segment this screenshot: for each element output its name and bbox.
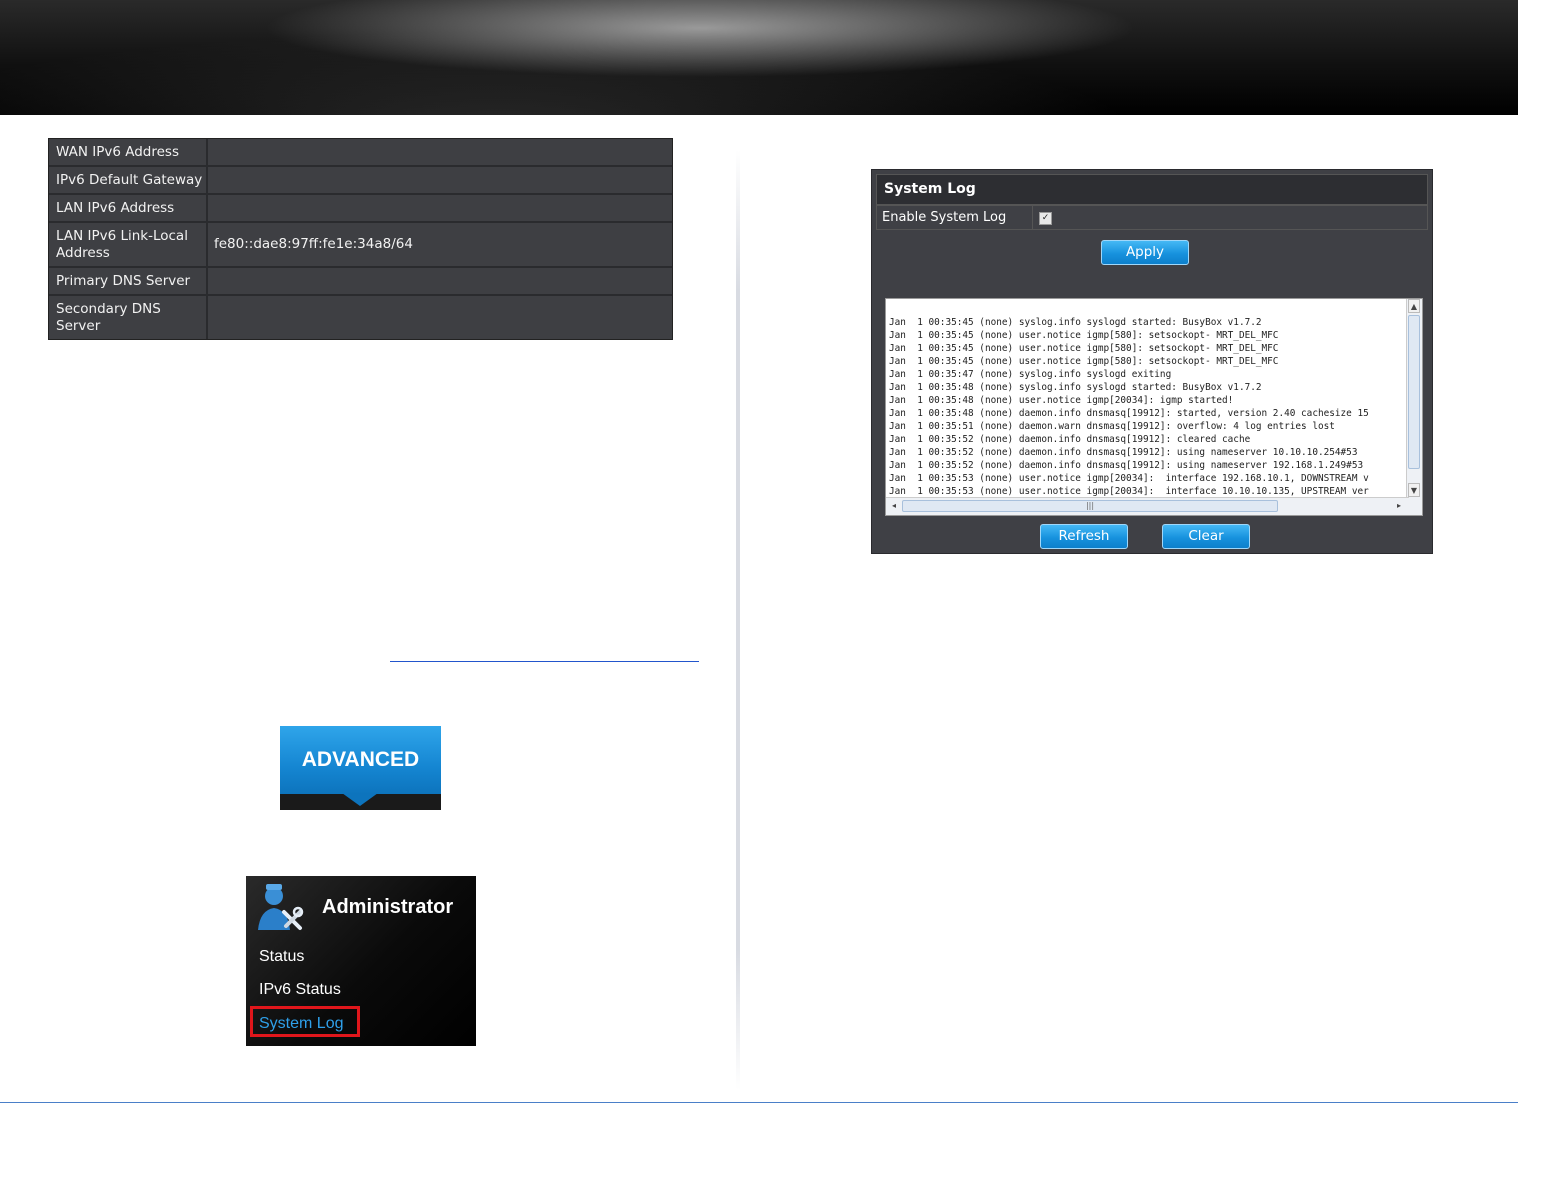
row-label: Secondary DNS Server [49,296,208,339]
log-line: Jan 1 00:35:47 (none) syslog.info syslog… [889,369,1172,380]
vertical-scroll-thumb[interactable] [1408,315,1420,469]
advanced-button-label: ADVANCED [301,748,420,771]
administrator-title: Administrator [322,896,454,918]
apply-button[interactable]: Apply [1101,240,1189,265]
scroll-down-icon[interactable]: ▼ [1408,483,1420,497]
menu-item-ipv6-status[interactable]: IPv6 Status [259,981,341,999]
row-value [208,167,672,193]
table-row: Secondary DNS Server [49,296,672,339]
row-label: Primary DNS Server [49,268,208,294]
scroll-left-icon[interactable]: ◂ [888,499,900,513]
system-log-title: System Log [884,181,976,197]
table-row: WAN IPv6 Address [49,139,672,167]
system-log-textarea[interactable]: Jan 1 00:35:45 (none) syslog.info syslog… [885,298,1423,516]
link-local-address-value: fe80::dae8:97ff:fe1e:34a8/64 [214,236,413,252]
enable-system-log-row: Enable System Log ✓ [876,205,1428,230]
log-line: Jan 1 00:35:52 (none) daemon.info dnsmas… [889,460,1364,471]
clear-button[interactable]: Clear [1162,524,1250,549]
horizontal-scroll-thumb[interactable]: ||| [902,500,1278,512]
row-value [208,139,672,165]
advanced-button[interactable]: ADVANCED [280,726,441,810]
menu-item-status[interactable]: Status [259,948,304,966]
administrator-menu: Administrator Status IPv6 Status System … [246,876,476,1046]
row-label: LAN IPv6 Link-Local Address [49,223,208,266]
row-label: LAN IPv6 Address [49,195,208,221]
system-log-highlight-box [250,1006,360,1037]
log-line: Jan 1 00:35:48 (none) daemon.info dnsmas… [889,408,1369,419]
row-value [208,296,672,339]
log-line: Jan 1 00:35:45 (none) syslog.info syslog… [889,317,1262,328]
column-divider [736,150,740,1090]
administrator-icon [258,884,304,930]
row-label: IPv6 Default Gateway [49,167,208,193]
system-log-header: System Log [876,174,1428,205]
table-row: LAN IPv6 Address [49,195,672,223]
log-line: Jan 1 00:35:51 (none) daemon.warn dnsmas… [889,421,1335,432]
vertical-scrollbar[interactable]: ▲ ▼ [1406,299,1422,498]
refresh-button[interactable]: Refresh [1040,524,1128,549]
row-value [208,268,672,294]
log-line: Jan 1 00:35:48 (none) user.notice igmp[2… [889,395,1234,406]
hyperlink-underline[interactable] [390,661,699,662]
advanced-pointer-notch [342,793,378,806]
log-lines: Jan 1 00:35:45 (none) syslog.info syslog… [889,316,1404,498]
row-value [208,195,672,221]
log-line: Jan 1 00:35:53 (none) user.notice igmp[2… [889,473,1369,484]
row-label: WAN IPv6 Address [49,139,208,165]
table-row: IPv6 Default Gateway [49,167,672,195]
table-row: Primary DNS Server [49,268,672,296]
log-line: Jan 1 00:35:48 (none) syslog.info syslog… [889,382,1262,393]
log-line: Jan 1 00:35:45 (none) user.notice igmp[5… [889,343,1279,354]
system-log-panel: System Log Enable System Log ✓ Apply Jan… [871,169,1433,554]
enable-system-log-label: Enable System Log [877,206,1033,229]
log-line: Jan 1 00:35:45 (none) user.notice igmp[5… [889,330,1279,341]
table-row: LAN IPv6 Link-Local Address fe80::dae8:9… [49,223,672,268]
log-line: Jan 1 00:35:45 (none) user.notice igmp[5… [889,356,1279,367]
ipv6-status-table: WAN IPv6 Address IPv6 Default Gateway LA… [48,138,673,340]
scroll-right-icon[interactable]: ▸ [1393,499,1405,513]
enable-system-log-checkbox[interactable]: ✓ [1039,212,1052,225]
log-line: Jan 1 00:35:52 (none) daemon.info dnsmas… [889,447,1358,458]
log-line: Jan 1 00:35:52 (none) daemon.info dnsmas… [889,434,1251,445]
horizontal-scrollbar[interactable]: ◂ ||| ▸ [886,497,1409,515]
footer-divider [0,1102,1518,1103]
scroll-up-icon[interactable]: ▲ [1408,299,1420,313]
resize-grip-icon[interactable] [1407,498,1422,515]
header-banner [0,0,1518,115]
